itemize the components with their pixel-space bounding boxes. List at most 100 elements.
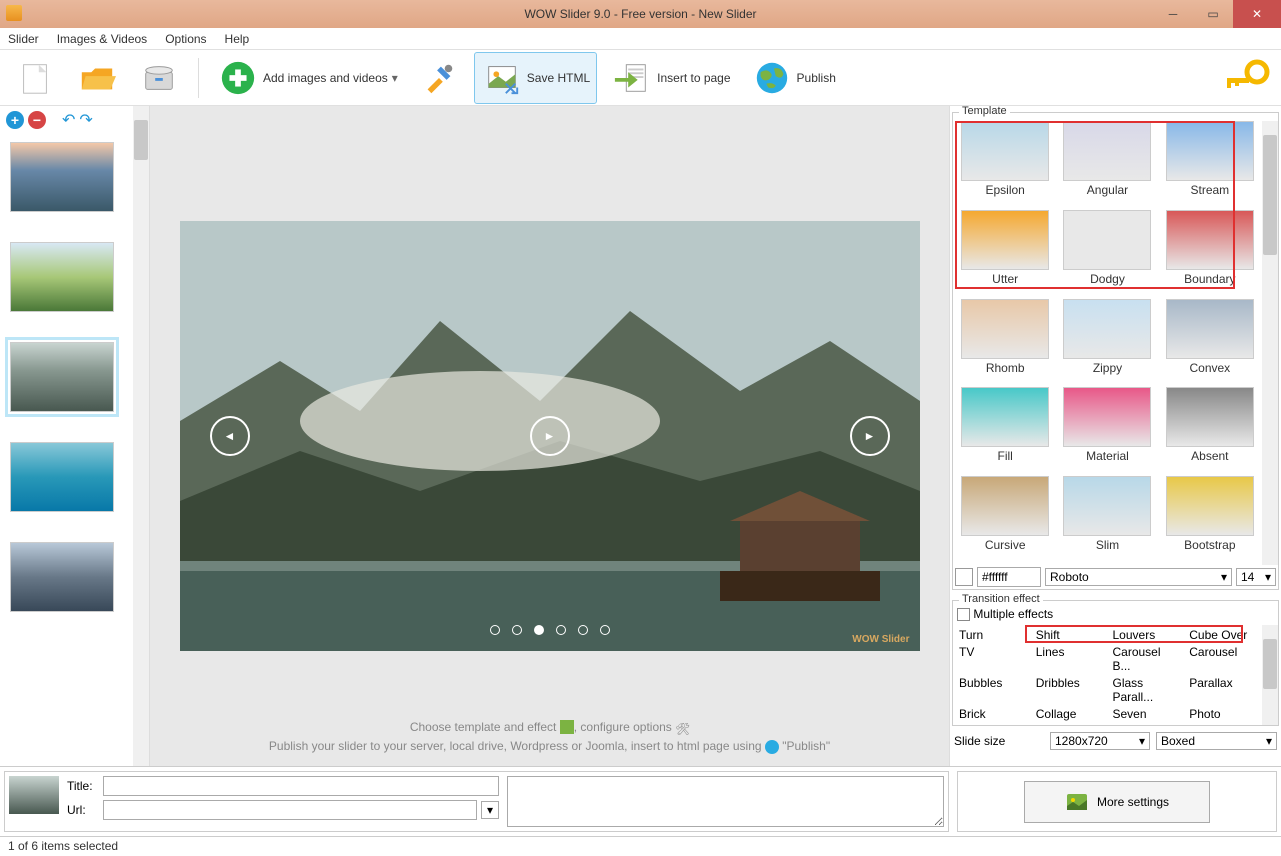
effect-cubeover[interactable]: Cube Over — [1187, 627, 1260, 643]
effect-parallax[interactable]: Parallax — [1187, 675, 1260, 705]
menu-help[interactable]: Help — [225, 32, 250, 46]
template-slim[interactable]: Slim — [1057, 476, 1157, 563]
effect-cube[interactable]: Cube — [1034, 723, 1107, 725]
menu-options[interactable]: Options — [165, 32, 206, 46]
template-cursive[interactable]: Cursive — [955, 476, 1055, 563]
effects-grid: TurnShiftLouversCube OverTVLinesCarousel… — [953, 625, 1278, 725]
thumbnail-2[interactable] — [10, 242, 114, 312]
menu-slider[interactable]: Slider — [8, 32, 39, 46]
effect-tv[interactable]: TV — [957, 644, 1030, 674]
effect-dribbles[interactable]: Dribbles — [1034, 675, 1107, 705]
template-material[interactable]: Material — [1057, 387, 1157, 474]
effect-carouselb[interactable]: Carousel B... — [1111, 644, 1184, 674]
color-input[interactable] — [977, 567, 1041, 587]
chevron-down-icon: ▾ — [1139, 734, 1145, 748]
picture-icon — [560, 720, 574, 734]
add-images-label: Add images and videos — [263, 71, 388, 85]
tools-hint-icon: 🛠 — [675, 720, 689, 734]
slide-mode-select[interactable]: Boxed▾ — [1156, 732, 1277, 750]
effect-shift[interactable]: Shift — [1034, 627, 1107, 643]
prev-button[interactable]: ◄ — [210, 416, 250, 456]
dot-5[interactable] — [578, 625, 588, 635]
hints-text: Choose template and effect , configure o… — [150, 718, 949, 756]
add-images-button[interactable]: Add images and videos ▾ — [211, 53, 404, 103]
app-icon — [6, 5, 22, 21]
effects-scrollbar[interactable] — [1262, 625, 1278, 725]
effect-louvers[interactable]: Louvers — [1111, 627, 1184, 643]
template-fill[interactable]: Fill — [955, 387, 1055, 474]
open-button[interactable] — [70, 53, 124, 103]
thumbnail-5[interactable] — [10, 542, 114, 612]
effect-collage[interactable]: Collage — [1034, 706, 1107, 722]
effect-carousel[interactable]: Carousel — [1187, 644, 1260, 674]
rotate-right-button[interactable]: ↷ — [79, 110, 92, 130]
template-rhomb[interactable]: Rhomb — [955, 299, 1055, 386]
effect-brick[interactable]: Brick — [957, 706, 1030, 722]
description-input[interactable] — [507, 776, 944, 827]
url-input[interactable] — [103, 800, 477, 820]
template-zippy[interactable]: Zippy — [1057, 299, 1157, 386]
effect-glassparall[interactable]: Glass Parall... — [1111, 675, 1184, 705]
picture-icon — [1065, 790, 1089, 814]
template-bootstrap[interactable]: Bootstrap — [1160, 476, 1260, 563]
thumbnail-3[interactable] — [10, 342, 114, 412]
dot-4[interactable] — [556, 625, 566, 635]
slide-size-select[interactable]: 1280x720▾ — [1050, 732, 1150, 750]
fontsize-select[interactable]: 14▾ — [1236, 568, 1276, 586]
more-settings-button[interactable]: More settings — [1024, 781, 1210, 823]
key-icon[interactable] — [1223, 58, 1271, 101]
template-epsilon[interactable]: Epsilon — [955, 121, 1055, 208]
play-button[interactable]: ► — [530, 416, 570, 456]
url-dropdown[interactable]: ▾ — [481, 801, 499, 819]
effect-photo[interactable]: Photo — [1187, 706, 1260, 722]
template-dodgy[interactable]: Dodgy — [1057, 210, 1157, 297]
template-stream[interactable]: Stream — [1160, 121, 1260, 208]
effect-kenburns[interactable]: Kenburns — [957, 723, 1030, 725]
remove-slide-button[interactable]: − — [28, 111, 46, 129]
save-html-label: Save HTML — [527, 71, 590, 85]
template-scrollbar[interactable] — [1262, 121, 1278, 565]
status-bar: 1 of 6 items selected — [0, 836, 1281, 856]
minimize-button[interactable]: ─ — [1153, 0, 1193, 28]
chevron-down-icon: ▾ — [1266, 734, 1272, 748]
url-label: Url: — [67, 803, 99, 817]
next-button[interactable]: ► — [850, 416, 890, 456]
effect-bubbles[interactable]: Bubbles — [957, 675, 1030, 705]
template-grid: EpsilonAngularStream UtterDodgyBoundary Rh… — [953, 115, 1278, 565]
insert-label: Insert to page — [657, 71, 730, 85]
template-boundary[interactable]: Boundary — [1160, 210, 1260, 297]
thumbnail-1[interactable] — [10, 142, 114, 212]
template-absent[interactable]: Absent — [1160, 387, 1260, 474]
template-utter[interactable]: Utter — [955, 210, 1055, 297]
template-convex[interactable]: Convex — [1160, 299, 1260, 386]
dot-2[interactable] — [512, 625, 522, 635]
tools-button[interactable] — [412, 53, 466, 103]
add-slide-button[interactable]: + — [6, 111, 24, 129]
insert-to-page-button[interactable]: Insert to page — [605, 53, 736, 103]
thumb-scrollbar[interactable] — [133, 106, 149, 766]
maximize-button[interactable]: ▭ — [1193, 0, 1233, 28]
menu-images[interactable]: Images & Videos — [57, 32, 148, 46]
effect-book[interactable]: Book — [1187, 723, 1260, 725]
effect-turn[interactable]: Turn — [957, 627, 1030, 643]
save-button[interactable] — [132, 53, 186, 103]
rotate-left-button[interactable]: ↶ — [62, 110, 75, 130]
save-html-button[interactable]: Save HTML — [474, 52, 597, 104]
title-input[interactable] — [103, 776, 499, 796]
new-button[interactable] — [8, 53, 62, 103]
color-swatch[interactable] — [955, 568, 973, 586]
publish-button[interactable]: Publish — [745, 53, 842, 103]
dot-3[interactable] — [534, 625, 544, 635]
font-select[interactable]: Roboto▾ — [1045, 568, 1232, 586]
selected-thumb — [9, 776, 59, 814]
dot-6[interactable] — [600, 625, 610, 635]
effect-lines[interactable]: Lines — [1034, 644, 1107, 674]
template-angular[interactable]: Angular — [1057, 121, 1157, 208]
effect-blur[interactable]: Blur — [1111, 723, 1184, 725]
close-button[interactable]: ✕ — [1233, 0, 1281, 28]
thumbnail-4[interactable] — [10, 442, 114, 512]
dot-1[interactable] — [490, 625, 500, 635]
bottom-panel: Title: Url:▾ More settings — [0, 766, 1281, 836]
effect-seven[interactable]: Seven — [1111, 706, 1184, 722]
multiple-effects-checkbox[interactable] — [957, 608, 970, 621]
